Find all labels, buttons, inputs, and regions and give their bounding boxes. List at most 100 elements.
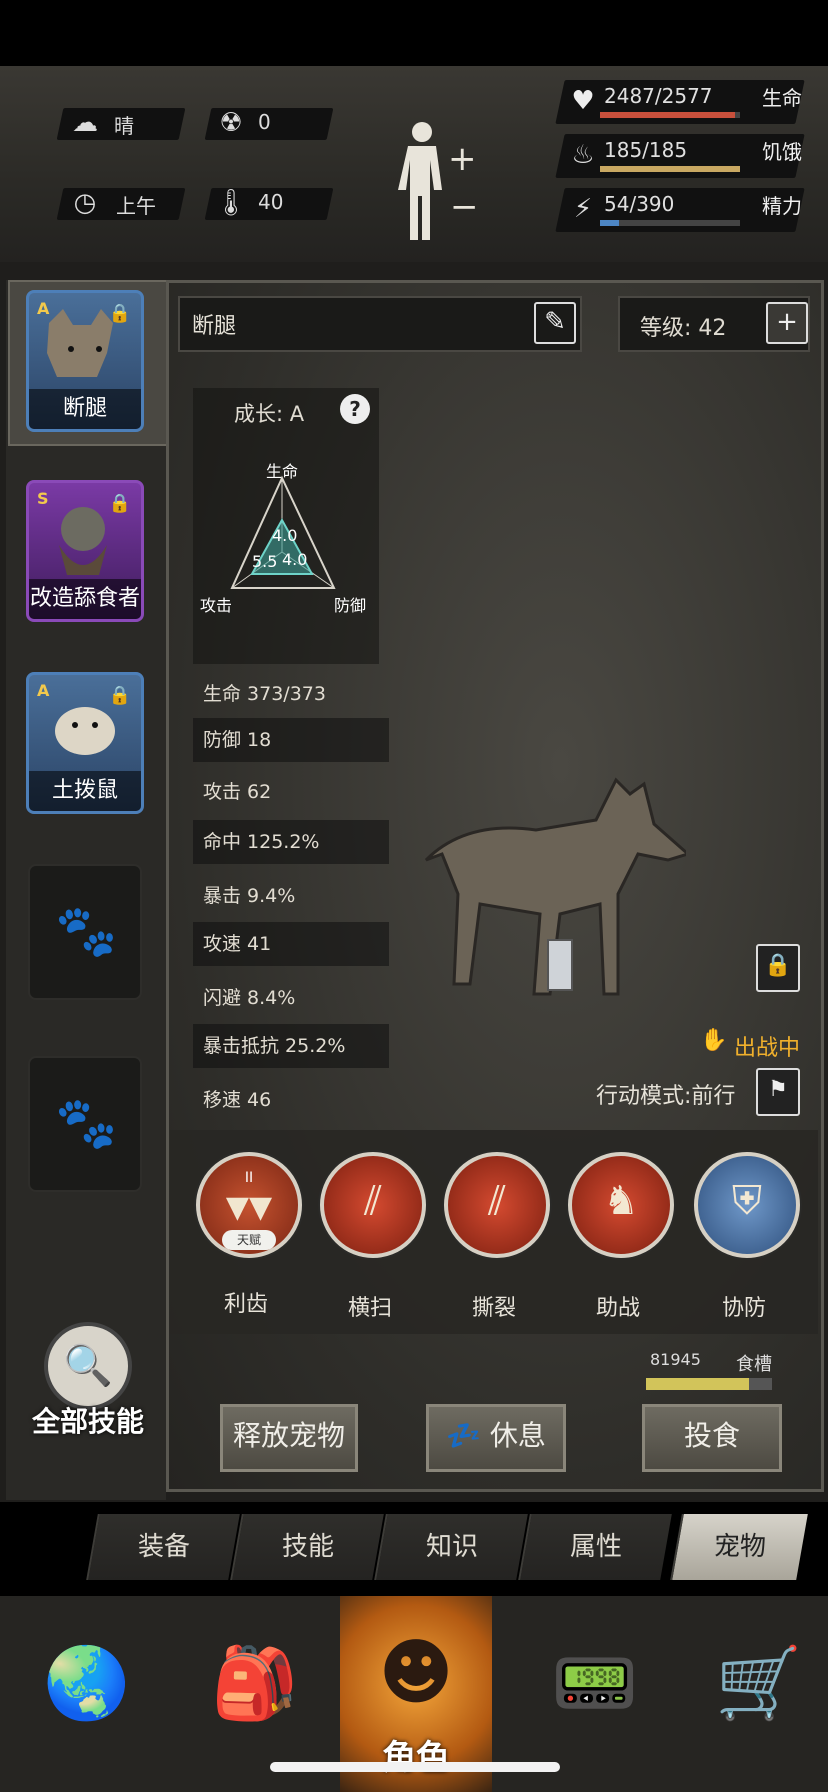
clock-icon: ◷ [73, 188, 97, 218]
stat-attack-speed: 攻速 41 [193, 922, 389, 966]
skill-sweep[interactable]: ⫽ [320, 1152, 426, 1258]
globe-icon: 🌏 [43, 1642, 131, 1724]
pet-card-licker[interactable]: S 🔒 改造舔食者 [26, 480, 144, 622]
skill-assist[interactable]: ♞ [568, 1152, 674, 1258]
hunger-label: 饥饿 [762, 140, 802, 164]
radiation-icon: ☢ [219, 108, 243, 138]
wolf-illustration [396, 770, 692, 1060]
skill-label: 撕裂 [471, 1296, 516, 1321]
all-skills-button[interactable]: 🔍 [44, 1322, 132, 1410]
food-bar [646, 1378, 772, 1390]
cart-icon: 🛒 [715, 1642, 803, 1724]
hud-panel: ☁ 晴 ☢ 0 ◷ 上午 🌡 40 + − ♥ 2487/2577 生命 ♨ 1… [0, 66, 828, 265]
hunger-value: 185/185 [604, 138, 688, 162]
health-label: 生命 [762, 86, 802, 110]
skill-book-search-icon: 🔍 [63, 1343, 113, 1389]
pet-name-display: 断腿 [192, 314, 237, 339]
hunger-bar [600, 166, 740, 172]
backpack-icon: 🎒 [211, 1642, 299, 1724]
release-pet-button[interactable]: 释放宠物 [220, 1404, 358, 1472]
svg-text:+: + [448, 139, 477, 179]
stat-crit: 暴击 9.4% [203, 885, 296, 907]
rest-label: 休息 [489, 1419, 546, 1452]
stat-dodge: 闪避 8.4% [203, 987, 296, 1009]
tab-attributes[interactable]: 属性 [518, 1514, 672, 1580]
food-value: 81945 [650, 1350, 701, 1369]
temperature-value: 40 [258, 190, 284, 214]
all-skills-label: 全部技能 [31, 1405, 144, 1438]
lock-icon: 🔒 [108, 685, 131, 706]
food-label: 食槽 [736, 1354, 772, 1375]
stomach-icon: ♨ [571, 140, 595, 170]
thermometer-icon: 🌡 [214, 188, 248, 218]
energy-value: 54/390 [604, 192, 675, 216]
pet-name: 改造舔食者 [29, 579, 141, 619]
time-label: 上午 [116, 194, 156, 218]
svg-text:−: − [450, 187, 478, 227]
status-bar [0, 0, 828, 66]
empty-pet-slot[interactable]: 🐾 [28, 1056, 142, 1192]
skill-label: 助战 [595, 1296, 640, 1321]
radar-top-label: 生命 [266, 462, 299, 481]
stat-move-speed: 移速 46 [203, 1089, 272, 1111]
radar-right-value: 4.0 [282, 550, 308, 569]
stat-hit: 命中 125.2% [193, 820, 389, 864]
level-up-button[interactable]: + [766, 302, 808, 344]
skill-roman: II [244, 1170, 254, 1186]
energy-bar [600, 220, 740, 226]
radar-left-label: 攻击 [200, 596, 233, 615]
head-icon: ☻ [378, 1630, 454, 1714]
tab-skills[interactable]: 技能 [230, 1514, 384, 1580]
weather-label: 晴 [114, 114, 134, 138]
lock-icon: 🔒 [108, 303, 131, 324]
health-bar [600, 112, 740, 118]
stat-crit-resist: 暴击抵抗 25.2% [193, 1024, 389, 1068]
paw-icon: 🐾 [55, 902, 118, 960]
body-status-icon[interactable]: + − [398, 118, 479, 248]
skill-label: 协防 [721, 1296, 766, 1321]
paw-status-icon: ✋ [700, 1028, 728, 1053]
level-label: 等级: 42 [640, 316, 727, 341]
talent-badge: 天赋 [222, 1230, 276, 1250]
nav-world[interactable]: 🌏 [8, 1600, 158, 1792]
nav-shop[interactable]: 🛒 [680, 1600, 828, 1792]
action-mode-label: 行动模式:前行 [596, 1084, 736, 1109]
skill-label: 横扫 [347, 1296, 392, 1321]
home-indicator [270, 1762, 560, 1772]
plus-icon: + [776, 307, 798, 337]
skill-label: 利齿 [223, 1292, 268, 1317]
radiation-value: 0 [258, 110, 271, 134]
tab-knowledge[interactable]: 知识 [374, 1514, 528, 1580]
rest-button[interactable]: 💤 休息 [426, 1404, 566, 1472]
pet-card-duantui[interactable]: A 🔒 断腿 [26, 290, 144, 432]
heart-icon: ♥ [571, 86, 595, 116]
pencil-icon: ✎ [544, 307, 566, 337]
cloud-sun-icon: ☁ [72, 108, 98, 138]
tab-pets[interactable]: 宠物 [670, 1514, 808, 1580]
energy-label: 精力 [762, 194, 802, 218]
skill-tear[interactable]: ⫽ [444, 1152, 550, 1258]
skill-fangs[interactable]: II ▼▼ 天赋 [196, 1152, 302, 1258]
rank-badge: A [37, 681, 50, 700]
stat-attack: 攻击 62 [203, 781, 272, 803]
radar-left-value: 5.5 [252, 552, 278, 571]
help-icon[interactable]: ? [340, 394, 370, 424]
tab-equipment[interactable]: 装备 [86, 1514, 240, 1580]
feed-button[interactable]: 投食 [642, 1404, 782, 1472]
hunter-assist-icon: ♞ [603, 1178, 639, 1224]
pet-card-marmot[interactable]: A 🔒 土拨鼠 [26, 672, 144, 814]
rank-badge: A [37, 299, 50, 318]
growth-label: 成长: A [234, 402, 305, 426]
shield-defend-icon: ⛨ [732, 1178, 762, 1224]
stat-defense: 防御 18 [193, 718, 389, 762]
empty-pet-slot[interactable]: 🐾 [28, 864, 142, 1000]
energy-icon: ⚡ [573, 194, 593, 224]
lock-pet-button[interactable]: 🔒 [756, 944, 800, 992]
sleep-icon: 💤 [446, 1419, 481, 1452]
edit-name-button[interactable]: ✎ [534, 302, 576, 344]
paw-icon: 🐾 [55, 1094, 118, 1152]
skill-defend[interactable]: ⛨ [694, 1152, 800, 1258]
walkie-talkie-icon: 📟 [551, 1642, 639, 1724]
action-mode-button[interactable]: ⚑ [756, 1068, 800, 1116]
radar-top-value: 4.0 [272, 526, 298, 545]
